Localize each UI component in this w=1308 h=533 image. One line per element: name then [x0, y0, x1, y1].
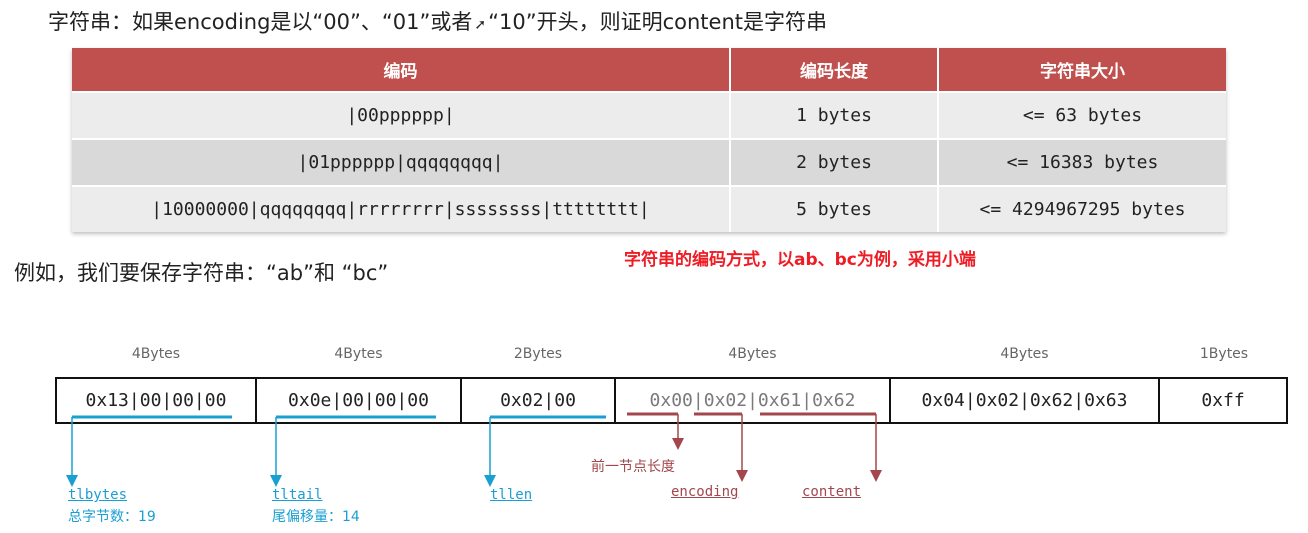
label-tltail: tltail — [272, 487, 323, 503]
label-tllen: tllen — [490, 487, 533, 503]
label-tlbytes: tlbytes — [68, 487, 128, 503]
label-content: content — [802, 484, 862, 500]
label-tlbytes-desc: 总字节数：19 — [68, 509, 156, 525]
label-prev-length: 前一节点长度 — [591, 459, 675, 475]
label-tltail-desc: 尾偏移量：14 — [272, 509, 360, 525]
annotation-connectors — [66, 412, 882, 487]
label-encoding: encoding — [671, 484, 739, 500]
